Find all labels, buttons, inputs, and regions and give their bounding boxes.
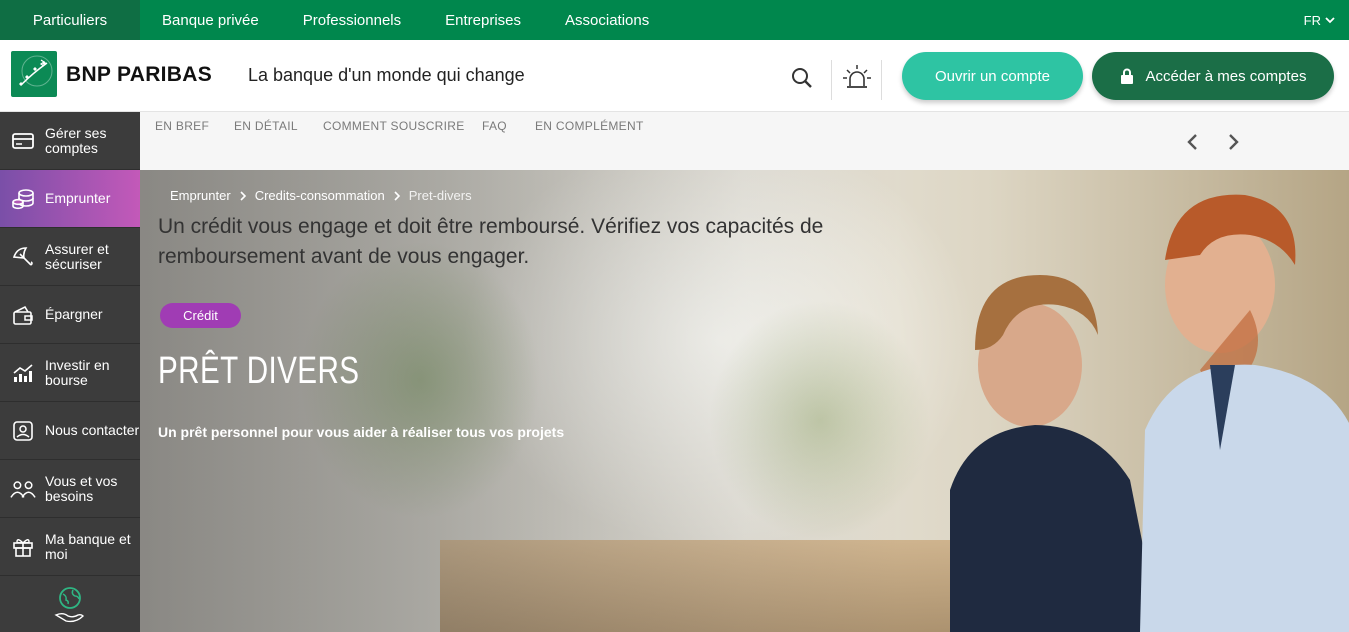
sidebar-item-label: Emprunter (45, 190, 111, 206)
umbrella-icon (10, 244, 36, 270)
sidebar-item-gerer-comptes[interactable]: Gérer ses comptes (0, 112, 140, 170)
alert-siren-icon[interactable] (837, 58, 877, 98)
chart-icon (10, 360, 36, 386)
lock-icon (1120, 68, 1133, 84)
sidebar-item-label: Assurer et sécuriser (45, 240, 109, 272)
tab-en-bref[interactable]: EN BREF (155, 119, 209, 133)
sidebar-item-epargner[interactable]: Épargner (0, 286, 140, 344)
coins-icon (10, 186, 36, 212)
breadcrumb-credits-consommation[interactable]: Credits-consommation (255, 188, 385, 203)
sidebar-item-ma-banque[interactable]: Ma banque et moi (0, 518, 140, 576)
breadcrumb: Emprunter Credits-consommation Pret-dive… (170, 188, 472, 203)
page-subtitle: Un prêt personnel pour vous aider à réal… (158, 424, 565, 440)
wallet-icon (10, 302, 36, 328)
sidebar-item-label: Gérer ses comptes (45, 124, 107, 156)
chevron-down-icon (1325, 17, 1335, 24)
language-selector[interactable]: FR (1304, 0, 1335, 40)
language-label: FR (1303, 12, 1321, 28)
header-divider (831, 60, 832, 100)
contact-icon (10, 418, 36, 444)
sustainability-icon[interactable] (0, 576, 140, 632)
sidebar-item-assurer[interactable]: Assurer et sécuriser (0, 228, 140, 286)
gift-icon (10, 534, 36, 560)
sidebar-item-besoins[interactable]: Vous et vos besoins (0, 460, 140, 518)
sidebar-item-investir[interactable]: Investir en bourse (0, 344, 140, 402)
bnp-logo-icon[interactable] (11, 51, 57, 97)
sidebar-item-emprunter[interactable]: Emprunter (0, 170, 140, 228)
brand-name: BNP PARIBAS (66, 63, 213, 86)
sidebar-item-label: Nous contacter (45, 422, 140, 438)
breadcrumb-pret-divers: Pret-divers (408, 188, 472, 203)
chevron-left-icon[interactable] (1183, 132, 1203, 152)
site-header: BNP PARIBAS La banque d'un monde qui cha… (0, 40, 1349, 112)
legal-notice: Un crédit vous engage et doit être rembo… (158, 215, 824, 268)
sidebar: Gérer ses comptes Emprunter Assurer et s… (0, 112, 140, 632)
chevron-right-icon[interactable] (1223, 132, 1243, 152)
people-icon (10, 476, 36, 502)
open-account-button[interactable]: Ouvrir un compte (902, 52, 1083, 100)
search-icon[interactable] (782, 58, 822, 98)
chevron-right-icon (240, 190, 246, 201)
tab-en-detail[interactable]: EN DÉTAIL (234, 119, 298, 133)
tab-faq[interactable]: FAQ (482, 119, 507, 133)
top-navigation: Particuliers Banque privée Professionnel… (0, 0, 1349, 40)
page-subnav: EN BREF EN DÉTAIL COMMENT SOUSCRIRE FAQ … (140, 112, 1349, 170)
sidebar-item-contacter[interactable]: Nous contacter (0, 402, 140, 460)
chevron-right-icon (394, 190, 400, 201)
sidebar-item-label: Ma banque et moi (45, 530, 131, 562)
access-accounts-label: Accéder à mes comptes (1145, 67, 1307, 85)
topnav-banque-privee[interactable]: Banque privée (140, 0, 281, 40)
brand-tagline: La banque d'un monde qui change (248, 65, 525, 85)
topnav-professionnels[interactable]: Professionnels (281, 0, 423, 40)
tab-comment-souscrire[interactable]: COMMENT SOUSCRIRE (323, 119, 465, 133)
sidebar-item-label: Vous et vos besoins (45, 472, 118, 504)
topnav-associations[interactable]: Associations (543, 0, 671, 40)
hero-people-illustration (950, 194, 1349, 632)
hero-banner: Emprunter Credits-consommation Pret-dive… (140, 170, 1349, 632)
category-badge: Crédit (160, 303, 241, 328)
header-divider (881, 60, 882, 100)
page-title: PRÊT DIVERS (158, 350, 360, 392)
tab-en-complement[interactable]: EN COMPLÉMENT (535, 119, 644, 133)
topnav-particuliers[interactable]: Particuliers (0, 0, 140, 40)
breadcrumb-emprunter[interactable]: Emprunter (170, 188, 231, 203)
access-accounts-button[interactable]: Accéder à mes comptes (1092, 52, 1334, 100)
card-icon (10, 128, 36, 154)
topnav-entreprises[interactable]: Entreprises (423, 0, 543, 40)
sidebar-item-label: Épargner (45, 306, 103, 322)
sidebar-item-label: Investir en bourse (45, 356, 110, 388)
